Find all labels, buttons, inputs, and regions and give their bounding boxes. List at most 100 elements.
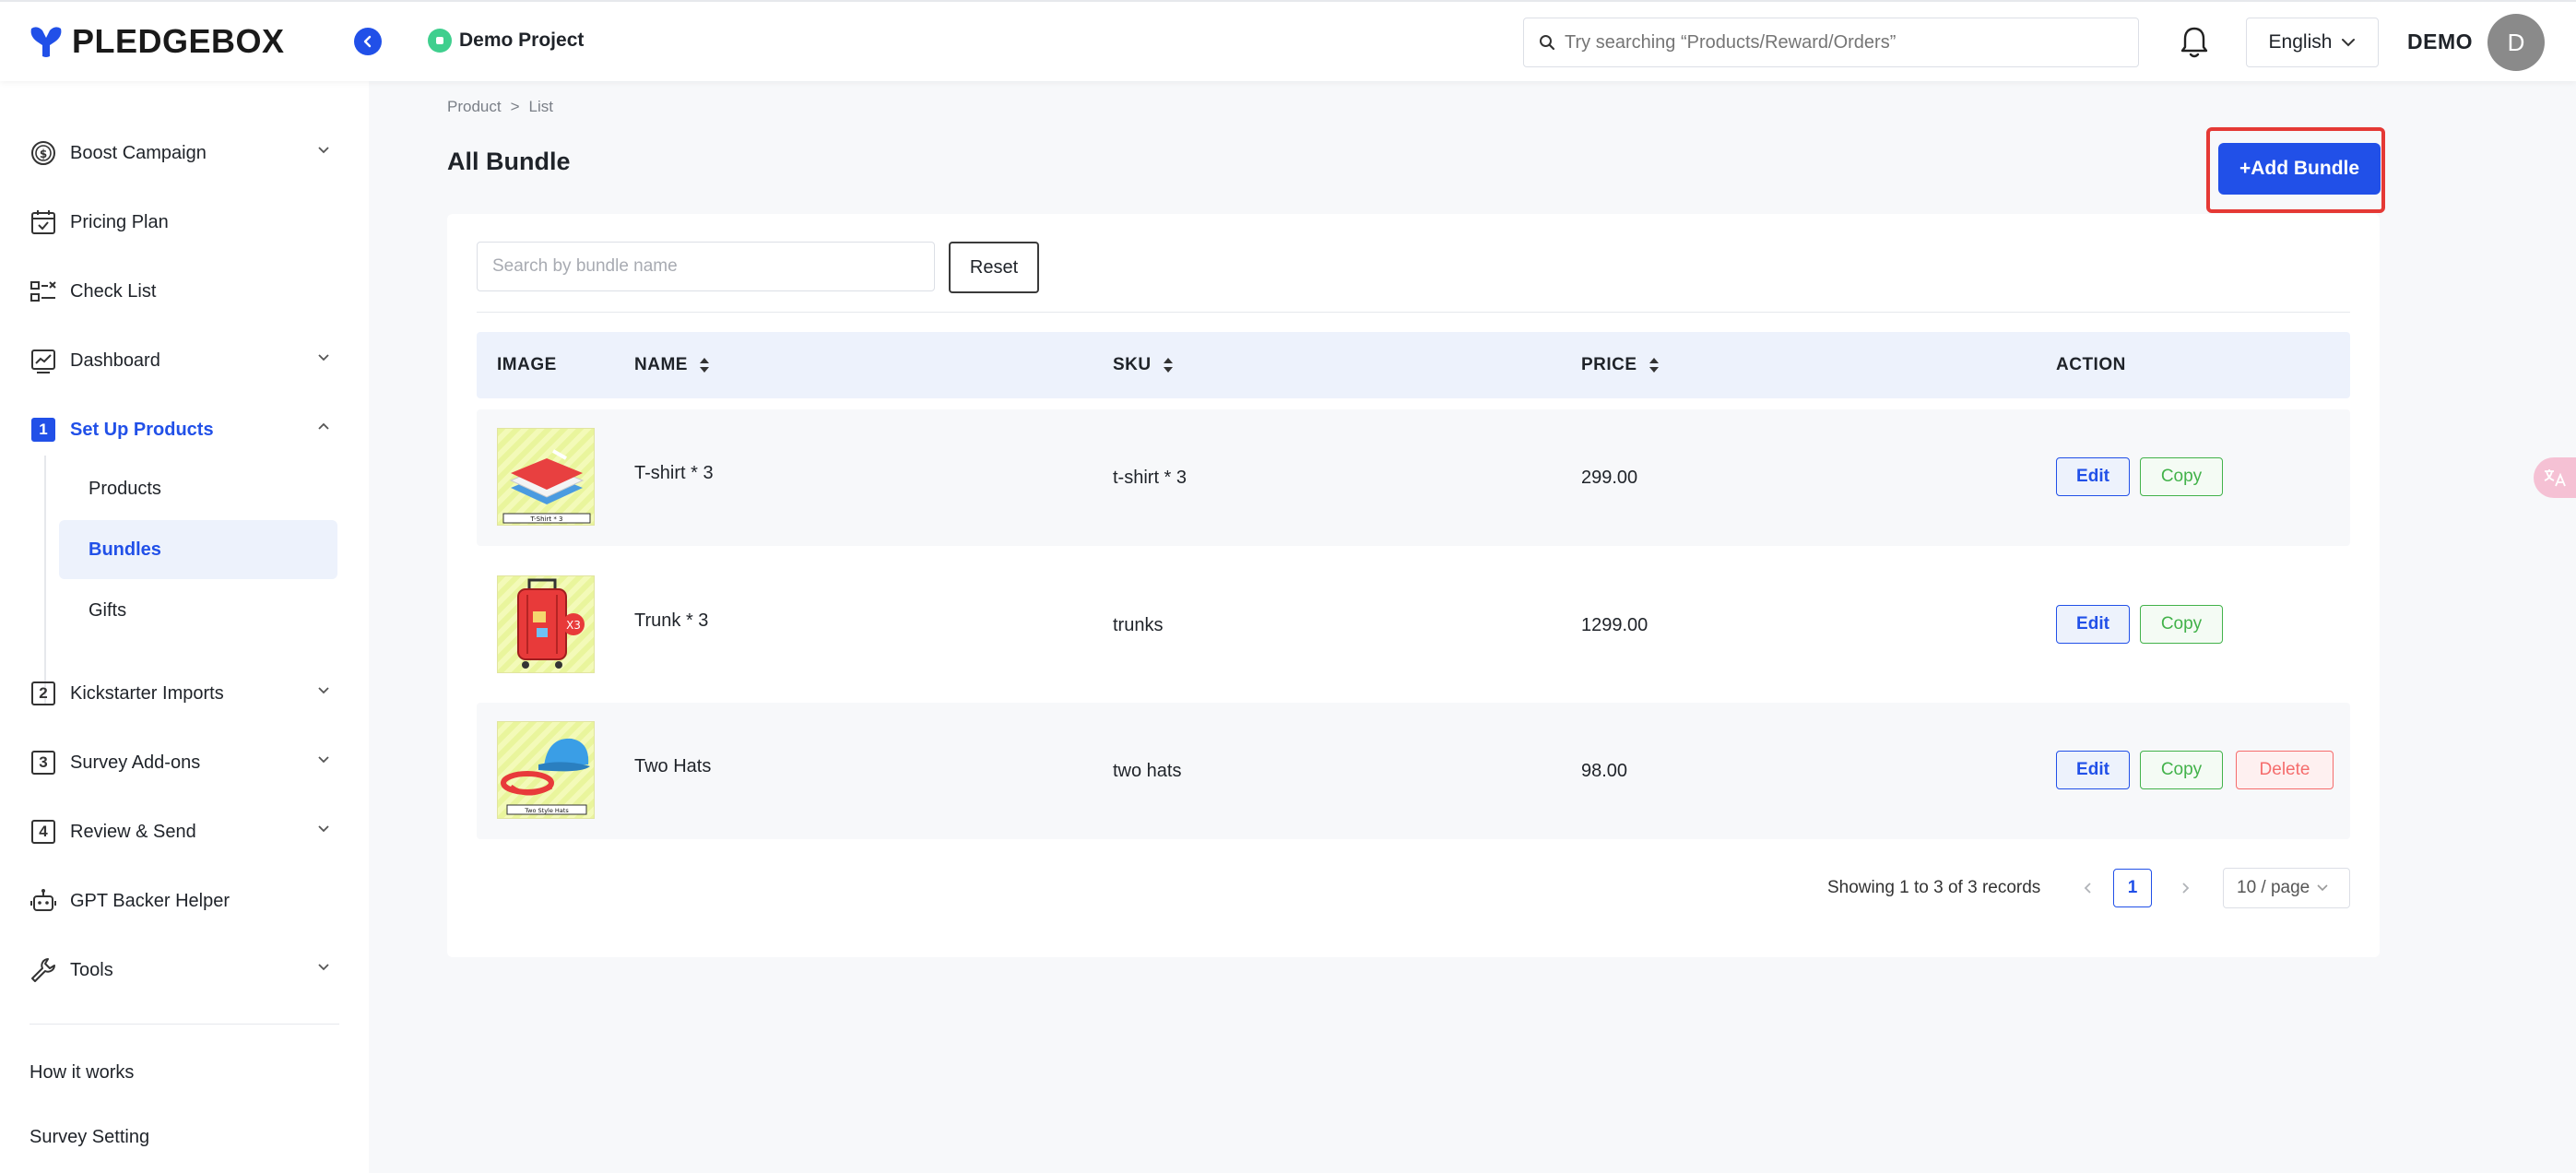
sidebar-item-label: Kickstarter Imports [70,682,224,704]
chevron-down-icon [318,354,329,361]
chevron-down-icon [2317,884,2328,892]
sidebar-item-kickstarter-imports[interactable]: 2 Kickstarter Imports [30,673,334,714]
svg-text:$: $ [40,148,47,160]
breadcrumb-product[interactable]: Product [447,98,502,115]
brand-logo[interactable]: PLEDGEBOX [28,20,285,63]
bundle-search-input[interactable] [477,242,935,291]
pledgebox-logo-icon [30,27,62,57]
page-number-button[interactable]: 1 [2113,869,2152,907]
sidebar-item-survey-add-ons[interactable]: 3 Survey Add-ons [30,742,334,783]
chevron-down-icon [318,825,329,833]
table-row: X3 Trunk * 3 trunks 1299.00 Edit Copy [477,557,2350,693]
step-number: 4 [31,820,55,844]
project-status-icon [428,29,452,53]
top-header: PLEDGEBOX Demo Project English DEMO D [0,0,2576,81]
thumbnail-caption: T-Shirt * 3 [529,515,562,523]
sidebar-item-label: Set Up Products [70,419,214,440]
sidebar-item-review-send[interactable]: 4 Review & Send [30,812,334,852]
translate-widget-button[interactable] [2534,457,2576,498]
page-title: All Bundle [447,148,571,175]
sort-icon[interactable] [699,356,710,374]
project-selector[interactable]: Demo Project [428,29,584,53]
column-header-price[interactable]: PRICE [1581,332,1660,398]
breadcrumb: Product > List [447,98,553,116]
step-two-icon: 2 [30,680,57,707]
sidebar-item-dashboard[interactable]: Dashboard [30,340,334,381]
global-search-input[interactable] [1565,31,2118,53]
language-select[interactable]: English [2246,18,2379,67]
dashboard-chart-icon [30,347,57,374]
prev-page-button[interactable] [2074,874,2102,902]
sort-icon[interactable] [1648,356,1660,374]
breadcrumb-separator: > [510,98,520,115]
column-header-image: IMAGE [497,355,557,374]
robot-icon [30,887,57,915]
sidebar-subitem-gifts[interactable]: Gifts [59,581,337,640]
page-size-label: 10 / page [2237,878,2310,897]
survey-setting-link[interactable]: Survey Setting [30,1127,149,1148]
user-name[interactable]: DEMO [2407,30,2473,54]
sort-icon[interactable] [1163,356,1174,374]
breadcrumb-list: List [528,98,553,115]
brand-name: PLEDGEBOX [72,22,285,60]
step-number: 2 [31,681,55,705]
thumbnail-caption: Two Style Hats [524,807,569,814]
sidebar-item-tools[interactable]: Tools [30,950,334,990]
suitcase-image: X3 [517,578,585,669]
translate-icon [2544,469,2566,487]
table-header: IMAGE NAME SKU PRICE ACTION [477,332,2350,398]
tshirt-stack-image: T-Shirt * 3 [502,449,591,524]
sidebar-item-boost-campaign[interactable]: $ Boost Campaign [30,133,334,173]
sidebar-subitem-bundles[interactable]: Bundles [59,520,337,579]
sidebar-divider [30,1024,339,1025]
notifications-button[interactable] [2178,24,2211,61]
sidebar-item-check-list[interactable]: Check List [30,271,334,312]
column-header-sku[interactable]: SKU [1113,332,1174,398]
product-thumbnail: T-Shirt * 3 [497,428,595,526]
edit-button[interactable]: Edit [2056,605,2130,644]
cell-sku: two hats [1113,760,1182,781]
reset-button[interactable]: Reset [949,242,1039,293]
add-bundle-button[interactable]: +Add Bundle [2218,143,2381,195]
next-page-button[interactable] [2171,874,2199,902]
cell-name: Trunk * 3 [634,610,709,631]
page-size-select[interactable]: 10 / page [2223,868,2350,908]
sidebar-item-set-up-products[interactable]: 1 Set Up Products [30,409,334,450]
product-thumbnail: Two Style Hats [497,721,595,819]
wrench-icon [30,956,57,984]
sidebar-item-pricing-plan[interactable]: Pricing Plan [30,202,334,243]
global-search[interactable] [1523,18,2139,67]
delete-button[interactable]: Delete [2236,751,2334,789]
step-one-icon: 1 [30,416,57,444]
sidebar-item-label: Pricing Plan [70,211,169,232]
collapse-sidebar-button[interactable] [354,28,382,55]
cell-price: 98.00 [1581,760,1628,781]
copy-button[interactable]: Copy [2140,457,2223,496]
sidebar-item-label: Review & Send [70,821,196,842]
sidebar-item-label: Boost Campaign [70,142,207,163]
checklist-icon [30,278,57,305]
copy-button[interactable]: Copy [2140,605,2223,644]
column-header-name[interactable]: NAME [634,332,710,398]
chevron-up-icon [318,422,329,430]
sidebar-item-label: Dashboard [70,350,160,371]
sidebar: $ Boost Campaign Pricing Plan Check List… [0,81,369,1173]
sidebar-item-label: Survey Add-ons [70,752,201,773]
cell-sku: trunks [1113,614,1164,635]
step-three-icon: 3 [30,749,57,776]
card-divider [477,312,2350,313]
sidebar-item-gpt-backer-helper[interactable]: GPT Backer Helper [30,881,334,921]
avatar[interactable]: D [2487,14,2545,71]
chevron-left-icon [2084,883,2091,894]
cell-name: Two Hats [634,755,712,776]
sidebar-subitem-products[interactable]: Products [59,459,337,518]
dollar-coin-icon: $ [30,139,57,167]
edit-button[interactable]: Edit [2056,751,2130,789]
chevron-down-icon [2342,39,2356,47]
cell-price: 1299.00 [1581,614,1648,635]
step-number: 1 [31,418,55,442]
copy-button[interactable]: Copy [2140,751,2223,789]
edit-button[interactable]: Edit [2056,457,2130,496]
chevron-down-icon [318,964,329,971]
how-it-works-link[interactable]: How it works [30,1062,134,1084]
